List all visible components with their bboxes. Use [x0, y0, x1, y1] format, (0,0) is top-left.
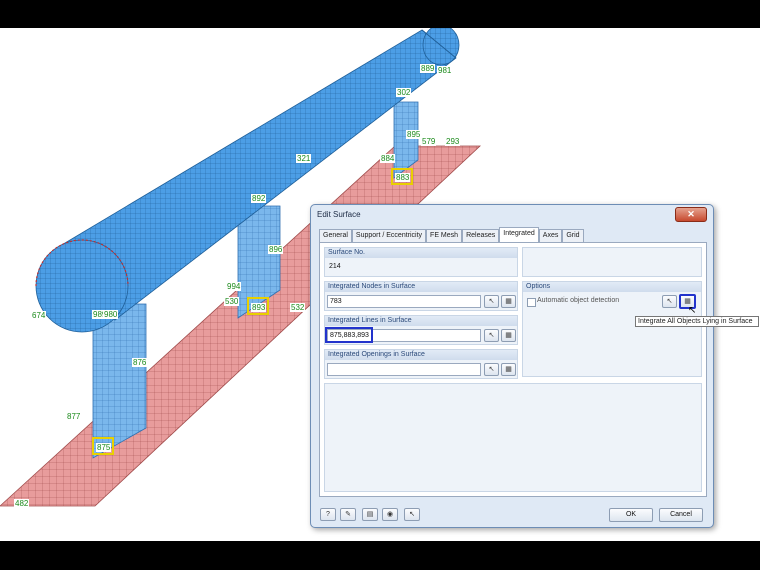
node-label: 302	[396, 88, 412, 97]
letterbox-top	[0, 0, 760, 28]
node-label: 530	[224, 297, 240, 306]
letterbox-bottom	[0, 541, 760, 570]
pick-objects-button[interactable]: ↖	[662, 295, 677, 308]
integrated-openings-label: Integrated Openings in Surface	[325, 350, 517, 360]
help-button[interactable]: ?	[320, 508, 336, 521]
select-list-icon: ▦	[505, 332, 512, 339]
node-label: 884	[380, 154, 396, 163]
tab-general[interactable]: General	[319, 229, 352, 243]
select-icon: ↖	[409, 511, 415, 518]
pick-openings-button[interactable]: ↖	[484, 363, 499, 376]
node-label: 980	[103, 310, 119, 319]
node-label: 889	[420, 64, 436, 73]
tab-releases[interactable]: Releases	[462, 229, 500, 243]
node-label: 482	[14, 499, 30, 508]
highlight-line-875	[92, 437, 114, 455]
tab-integrated[interactable]: Integrated	[499, 227, 539, 243]
info-area	[324, 383, 702, 492]
automatic-detection-checkbox[interactable]	[527, 298, 536, 307]
node-label: 321	[296, 154, 312, 163]
integrated-openings-group: Integrated Openings in Surface ↖ ▦	[324, 349, 518, 379]
edit-button[interactable]: ✎	[340, 508, 356, 521]
units-icon: ▤	[366, 511, 374, 518]
pick-cursor-icon: ↖	[666, 298, 673, 305]
ok-button[interactable]: OK	[609, 508, 653, 522]
tab-support-eccentricity[interactable]: Support / Eccentricity	[351, 229, 427, 243]
node-label: 892	[251, 194, 267, 203]
cancel-button[interactable]: Cancel	[659, 508, 703, 522]
node-label: 877	[66, 412, 82, 421]
highlight-line-883	[391, 168, 413, 185]
tab-fe-mesh[interactable]: FE Mesh	[426, 229, 463, 243]
node-label: 876	[132, 358, 148, 367]
mouse-cursor-icon: ↖	[688, 305, 697, 316]
pipe-end-far	[422, 28, 460, 66]
pick-cursor-icon: ↖	[488, 332, 495, 339]
integrated-panel: Surface No. 214 Integrated Nodes in Surf…	[319, 242, 707, 497]
eye-icon: ◉	[386, 511, 394, 518]
pick-cursor-icon: ↖	[488, 366, 495, 373]
select-nodes-button[interactable]: ▦	[501, 295, 516, 308]
node-label: 981	[437, 66, 453, 75]
integrated-lines-label: Integrated Lines in Surface	[325, 316, 517, 326]
select-list-icon: ▦	[505, 366, 512, 373]
tab-bar: General Support / Eccentricity FE Mesh R…	[319, 227, 584, 243]
automatic-detection-label: Automatic object detection	[537, 297, 620, 304]
lines-selection-highlight	[325, 327, 373, 343]
node-label: 895	[406, 130, 422, 139]
integrated-nodes-group: Integrated Nodes in Surface 783 ↖ ▦	[324, 281, 518, 311]
edit-surface-dialog: Edit Surface ✕ General Support / Eccentr…	[310, 204, 714, 528]
tab-grid[interactable]: Grid	[562, 229, 584, 243]
surface-no-group: Surface No. 214	[324, 247, 518, 277]
surface-no-label: Surface No.	[325, 248, 517, 258]
node-label: 579	[421, 137, 437, 146]
node-label: 532	[290, 303, 306, 312]
dialog-title: Edit Surface	[317, 210, 361, 219]
highlight-line-893	[247, 297, 269, 315]
options-group: Options Automatic object detection ↖ ▦	[522, 281, 702, 377]
node-label: 674	[31, 311, 47, 320]
pencil-icon: ✎	[345, 511, 351, 518]
pick-nodes-button[interactable]: ↖	[484, 295, 499, 308]
options-label: Options	[523, 282, 701, 292]
empty-right-group	[522, 247, 702, 277]
integrated-openings-input[interactable]	[327, 363, 481, 376]
integrated-nodes-input[interactable]: 783	[327, 295, 481, 308]
node-label: 293	[445, 137, 461, 146]
surface-no-value: 214	[327, 261, 407, 273]
view-button[interactable]: ◉	[382, 508, 398, 521]
integrated-lines-group: Integrated Lines in Surface 875,883,893 …	[324, 315, 518, 345]
node-label: 896	[268, 245, 284, 254]
screen: 889 981 302 895 579 293 884 883 321 892 …	[0, 0, 760, 570]
integrated-nodes-label: Integrated Nodes in Surface	[325, 282, 517, 292]
units-button[interactable]: ▤	[362, 508, 378, 521]
select-openings-button[interactable]: ▦	[501, 363, 516, 376]
node-label: 994	[226, 282, 242, 291]
tooltip: Integrate All Objects Lying in Surface	[635, 316, 759, 327]
select-list-icon: ▦	[505, 298, 512, 305]
close-button[interactable]: ✕	[675, 207, 707, 222]
tab-axes[interactable]: Axes	[538, 229, 563, 243]
select-lines-button[interactable]: ▦	[501, 329, 516, 342]
integrate-objects-icon: ▦	[684, 298, 691, 305]
select-button[interactable]: ↖	[404, 508, 420, 521]
pick-cursor-icon: ↖	[488, 298, 495, 305]
pick-lines-button[interactable]: ↖	[484, 329, 499, 342]
help-icon: ?	[326, 511, 330, 518]
